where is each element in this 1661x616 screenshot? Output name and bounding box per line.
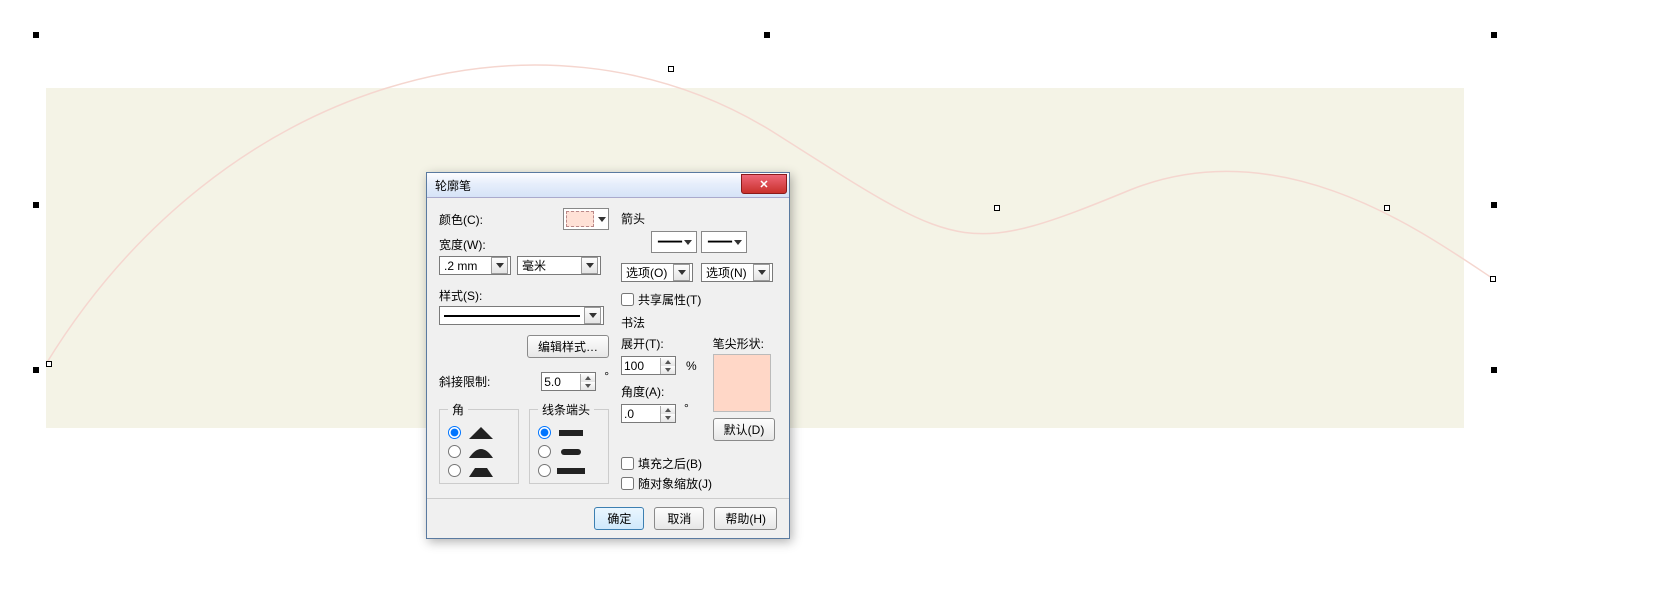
- angle-input[interactable]: [622, 406, 660, 421]
- scale-with-object-checkbox[interactable]: [621, 477, 634, 490]
- chevron-down-icon: [491, 257, 508, 274]
- outline-pen-dialog: 轮廓笔 ✕ 颜色(C): 宽度(W): .2 mm: [426, 172, 790, 539]
- unit-combo[interactable]: 毫米: [517, 256, 601, 275]
- corner-round-radio[interactable]: [448, 445, 461, 458]
- angle-label: 角度(A):: [621, 383, 697, 400]
- canvas-area[interactable]: [0, 0, 1661, 616]
- width-value: .2 mm: [444, 259, 487, 273]
- selection-handle[interactable]: [1491, 367, 1497, 373]
- curve-node[interactable]: [1384, 205, 1390, 211]
- curve-node[interactable]: [1490, 276, 1496, 282]
- cap-square-icon: [557, 465, 585, 477]
- miter-spinner[interactable]: [541, 372, 596, 391]
- style-label: 样式(S):: [439, 287, 482, 304]
- width-combo[interactable]: .2 mm: [439, 256, 511, 275]
- behind-fill-label: 填充之后(B): [638, 455, 702, 472]
- spread-spinner[interactable]: [621, 356, 676, 375]
- color-swatch: [566, 211, 594, 227]
- nib-label: 笔尖形状:: [713, 337, 764, 351]
- share-attributes-label: 共享属性(T): [638, 291, 701, 308]
- behind-fill-checkbox[interactable]: [621, 457, 634, 470]
- close-button[interactable]: ✕: [741, 174, 787, 194]
- cap-flat-icon: [557, 427, 585, 439]
- spread-label: 展开(T):: [621, 335, 697, 352]
- selection-handle[interactable]: [33, 367, 39, 373]
- cap-round-radio[interactable]: [538, 445, 551, 458]
- nib-preview: [713, 354, 771, 412]
- miter-label: 斜接限制:: [439, 373, 490, 390]
- selection-handle[interactable]: [33, 202, 39, 208]
- chevron-down-icon: [584, 307, 601, 324]
- corner-legend: 角: [448, 401, 468, 418]
- arrow-end-picker[interactable]: [701, 231, 747, 253]
- edit-style-button[interactable]: 编辑样式…: [527, 335, 609, 358]
- percent-suffix: %: [686, 359, 697, 373]
- width-label: 宽度(W):: [439, 236, 486, 253]
- cap-round-icon: [557, 446, 585, 458]
- right-column: 箭头 选项(O) 选项(N): [621, 208, 777, 492]
- corner-bevel-radio[interactable]: [448, 464, 461, 477]
- dialog-titlebar[interactable]: 轮廓笔 ✕: [427, 173, 789, 198]
- curve-node[interactable]: [46, 361, 52, 367]
- caps-fieldset: 线条端头: [529, 401, 609, 484]
- corner-bevel-icon: [467, 465, 495, 477]
- arrow-label: 箭头: [621, 210, 777, 227]
- corner-miter-radio[interactable]: [448, 426, 461, 439]
- calligraphy-label: 书法: [621, 314, 777, 331]
- selection-handle[interactable]: [1491, 32, 1497, 38]
- help-button[interactable]: 帮助(H): [714, 507, 777, 530]
- curve-node[interactable]: [668, 66, 674, 72]
- cancel-button[interactable]: 取消: [654, 507, 704, 530]
- share-attributes-checkbox[interactable]: [621, 293, 634, 306]
- chevron-down-icon: [753, 264, 770, 281]
- arrow-options-right[interactable]: 选项(N): [701, 263, 773, 282]
- chevron-down-icon: [598, 217, 606, 222]
- selection-handle[interactable]: [33, 32, 39, 38]
- spread-input[interactable]: [622, 358, 660, 373]
- left-column: 颜色(C): 宽度(W): .2 mm 毫米: [439, 208, 609, 492]
- dialog-footer: 确定 取消 帮助(H): [427, 498, 789, 538]
- caps-legend: 线条端头: [538, 401, 594, 418]
- corner-round-icon: [467, 446, 495, 458]
- style-combo[interactable]: [439, 306, 604, 325]
- ok-button[interactable]: 确定: [594, 507, 644, 530]
- corner-miter-icon: [467, 427, 495, 439]
- scale-with-object-label: 随对象缩放(J): [638, 475, 712, 492]
- dialog-body: 颜色(C): 宽度(W): .2 mm 毫米: [427, 198, 789, 498]
- chevron-down-icon: [734, 240, 742, 245]
- curve-node[interactable]: [994, 205, 1000, 211]
- chevron-down-icon: [673, 264, 690, 281]
- color-picker[interactable]: [563, 208, 609, 230]
- arrow-options-left[interactable]: 选项(O): [621, 263, 693, 282]
- arrow-start-picker[interactable]: [651, 231, 697, 253]
- dialog-title: 轮廓笔: [435, 177, 741, 194]
- cap-flat-radio[interactable]: [538, 426, 551, 439]
- selection-handle[interactable]: [764, 32, 770, 38]
- corner-fieldset: 角: [439, 401, 519, 484]
- default-button[interactable]: 默认(D): [713, 418, 776, 441]
- degree-symbol: °: [604, 369, 609, 383]
- miter-input[interactable]: [542, 374, 580, 389]
- chevron-down-icon: [581, 257, 598, 274]
- line-style-preview: [444, 315, 580, 317]
- cap-square-radio[interactable]: [538, 464, 551, 477]
- chevron-down-icon: [684, 240, 692, 245]
- close-icon: ✕: [759, 178, 768, 191]
- degree-symbol: °: [684, 401, 689, 415]
- angle-spinner[interactable]: [621, 404, 676, 423]
- selection-handle[interactable]: [1491, 202, 1497, 208]
- color-label: 颜色(C):: [439, 211, 483, 228]
- unit-value: 毫米: [522, 259, 577, 273]
